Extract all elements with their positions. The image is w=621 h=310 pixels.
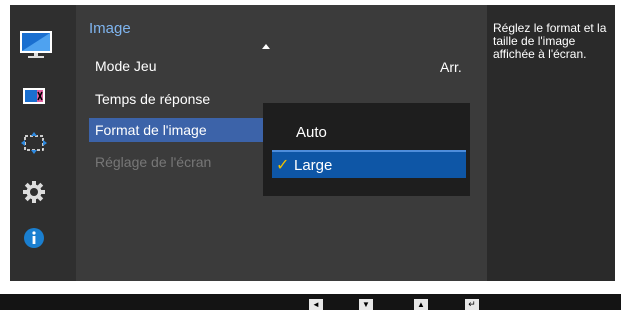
option-auto[interactable]: Auto: [272, 118, 466, 146]
menu-item-format-de-l-image[interactable]: Format de l'image: [89, 118, 264, 142]
menu-item-mode-jeu[interactable]: Mode Jeu: [89, 54, 264, 78]
sidebar-item-color[interactable]: [22, 86, 46, 110]
check-icon: ✓: [276, 157, 290, 174]
image-monitor-icon: [16, 29, 56, 68]
color-icon: [22, 86, 46, 111]
size-position-icon: [20, 131, 48, 160]
menu-item-reglage-de-l-ecran: Réglage de l'écran: [89, 150, 264, 174]
sidebar-item-image[interactable]: [14, 28, 58, 68]
info-icon: [23, 227, 45, 254]
up-arrow-key-icon[interactable]: ▲: [414, 299, 428, 310]
settings-gear-icon: [22, 180, 46, 209]
sidebar-item-information[interactable]: [22, 227, 46, 254]
menu-item-value: Arr.: [440, 59, 462, 75]
menu-item-temps-de-reponse[interactable]: Temps de réponse: [89, 87, 264, 111]
menu-item-label: Réglage de l'écran: [95, 154, 212, 170]
menu-title: Image: [89, 20, 131, 37]
option-label: Auto: [296, 123, 327, 141]
left-arrow-key-icon[interactable]: ◄: [309, 299, 323, 310]
menu-item-label: Mode Jeu: [95, 58, 157, 74]
down-arrow-key-icon[interactable]: ▼: [359, 299, 373, 310]
menu-item-label: Format de l'image: [95, 122, 207, 138]
sidebar-item-size-position[interactable]: [20, 131, 48, 160]
menu-item-label: Temps de réponse: [95, 91, 211, 107]
help-text: Réglez le format et la taille de l'image…: [493, 21, 607, 61]
scroll-up-icon[interactable]: [262, 44, 270, 49]
sidebar-item-settings[interactable]: [22, 180, 46, 209]
option-label: Large: [294, 156, 333, 174]
enter-key-icon[interactable]: ↵: [465, 299, 479, 310]
option-large[interactable]: ✓ Large: [272, 150, 466, 178]
